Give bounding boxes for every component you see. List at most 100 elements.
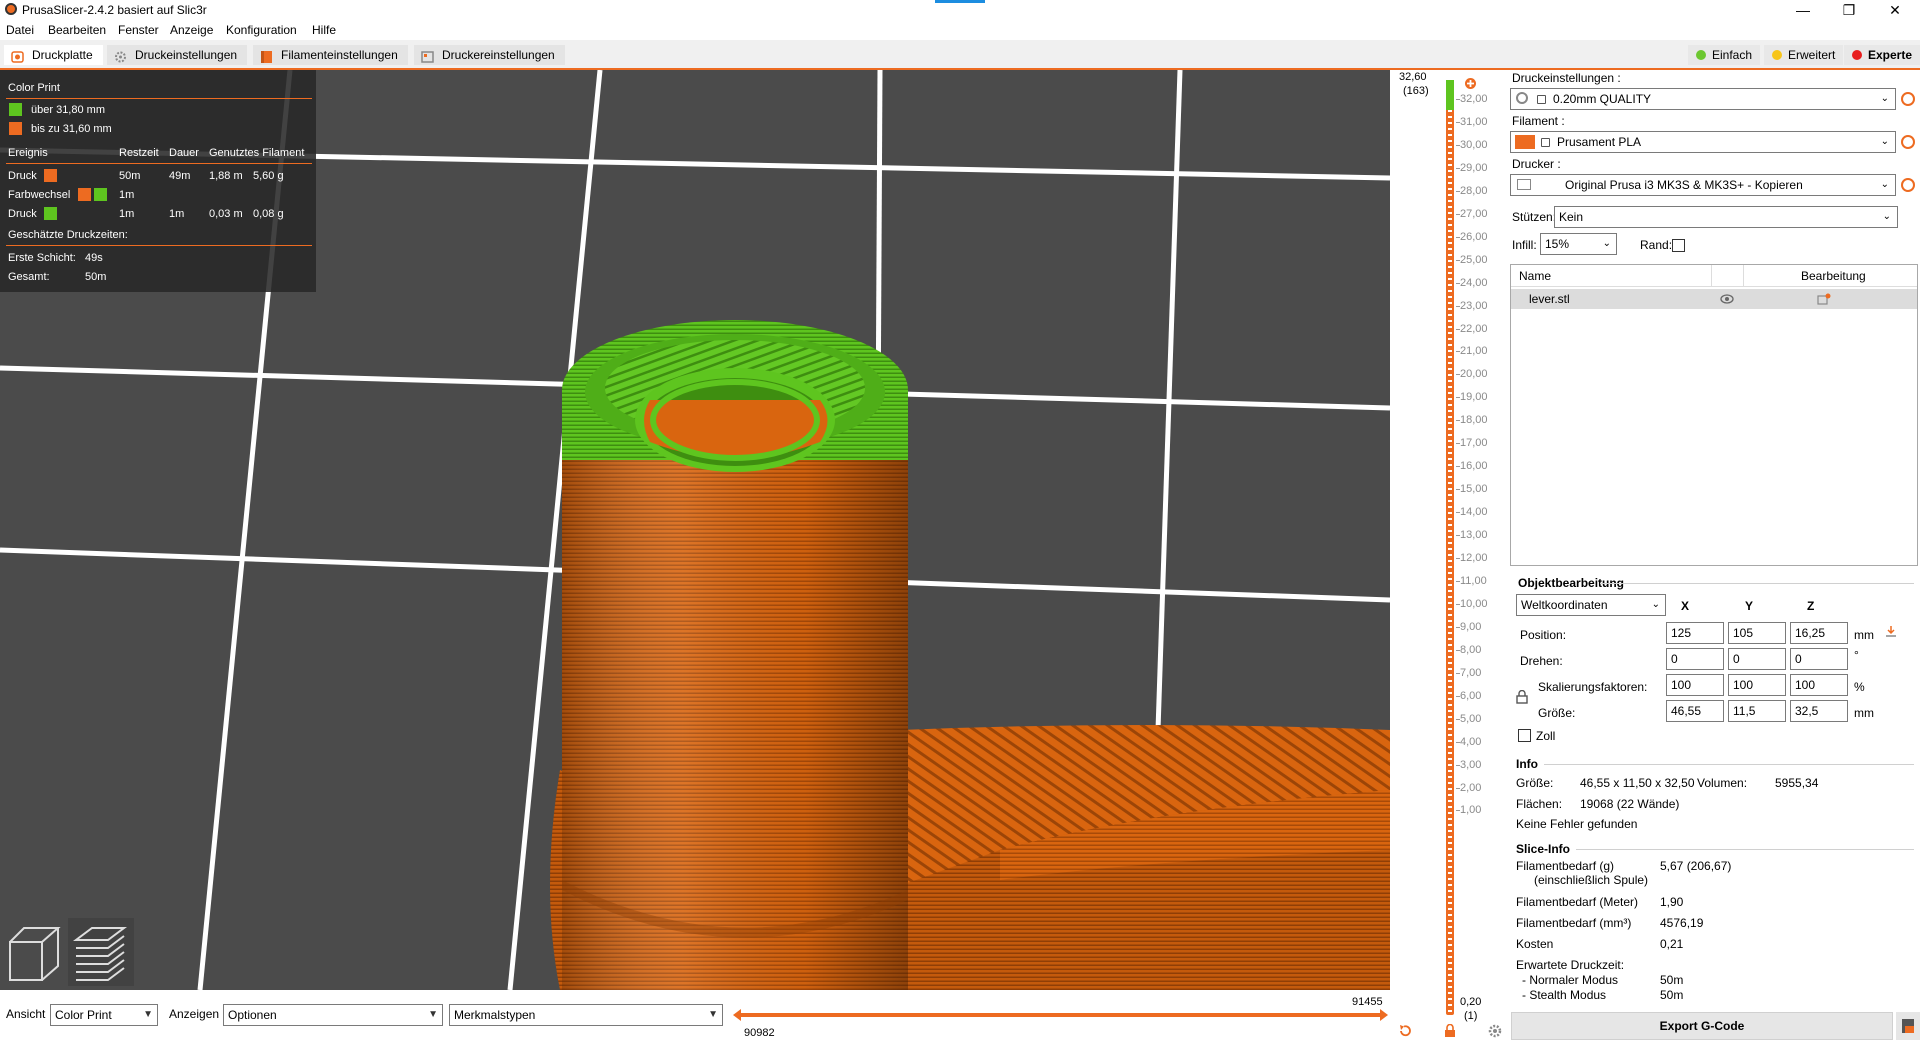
slider-right-thumb-icon[interactable] — [1378, 1008, 1390, 1022]
menu-konfiguration[interactable]: Konfiguration — [226, 23, 297, 37]
tab-druckereinstellungen[interactable]: Druckereinstellungen — [414, 45, 565, 65]
cog-icon — [1516, 92, 1528, 104]
edit-print-settings-icon[interactable] — [1901, 92, 1915, 106]
lock-icon — [1537, 95, 1546, 104]
eye-icon[interactable] — [1720, 293, 1734, 305]
layer-tick-label: 15,00 — [1460, 483, 1488, 496]
undo-icon[interactable] — [1398, 1024, 1412, 1038]
position-y-field[interactable]: 105 — [1728, 622, 1786, 644]
edit-printer-icon[interactable] — [1901, 178, 1915, 192]
size-z-field[interactable]: 32,5 — [1790, 700, 1848, 722]
move-slider-track[interactable] — [738, 1013, 1383, 1017]
close-button[interactable]: ✕ — [1872, 0, 1918, 20]
cost-label: Kosten — [1516, 937, 1554, 951]
layer-top-index: (163) — [1403, 85, 1429, 97]
layer-slider-track[interactable] — [1446, 80, 1454, 1015]
size-y-field[interactable]: 11,5 — [1728, 700, 1786, 722]
infill-value: 15% — [1545, 237, 1570, 251]
inch-label: Zoll — [1536, 729, 1556, 743]
uniform-scale-lock-icon[interactable] — [1516, 690, 1528, 704]
object-row[interactable]: lever.stl — [1511, 289, 1917, 309]
show-options-value: Optionen — [228, 1008, 277, 1022]
settings-cog-icon[interactable] — [1488, 1024, 1502, 1038]
mode-experte-button[interactable]: Experte — [1844, 45, 1920, 65]
minimize-button[interactable]: — — [1780, 0, 1826, 20]
supports-select[interactable]: Kein ⌄ — [1554, 206, 1898, 228]
add-color-change-icon[interactable] — [1464, 77, 1477, 90]
coordinate-system-select[interactable]: Weltkoordinaten ⌄ — [1516, 594, 1666, 616]
scale-z-field[interactable]: 100 — [1790, 674, 1848, 696]
object-list[interactable]: Name Bearbeitung lever.stl — [1510, 264, 1918, 566]
tab-bar: Druckplatte Druckeinstellungen Filamente… — [0, 40, 1920, 70]
scale-y-field[interactable]: 100 — [1728, 674, 1786, 696]
brim-checkbox[interactable] — [1672, 239, 1685, 252]
position-x-field[interactable]: 125 — [1666, 622, 1724, 644]
menu-datei[interactable]: Datei — [6, 23, 34, 37]
filament-grams-value: 5,67 (206,67) — [1660, 859, 1732, 873]
supports-value: Kein — [1559, 210, 1584, 224]
tab-filamenteinstellungen[interactable]: Filamenteinstellungen — [253, 45, 408, 65]
edit-object-icon[interactable] — [1817, 293, 1831, 305]
tab-druckereinstellungen-label: Druckereinstellungen — [442, 48, 555, 62]
title-bar: PrusaSlicer-2.4.2 basiert auf Slic3r — ❐… — [0, 0, 1920, 20]
stealth-mode-label: - Stealth Modus — [1522, 988, 1607, 1002]
printer-icon — [1517, 179, 1531, 190]
title-accent-bar — [935, 0, 985, 3]
rotate-y-field[interactable]: 0 — [1728, 648, 1786, 670]
layer-tick-label: 7,00 — [1460, 666, 1482, 679]
legend-row-duration: 1m — [169, 208, 185, 220]
stealth-mode-value: 50m — [1660, 988, 1684, 1002]
print-settings-select[interactable]: 0.20mm QUALITY ⌄ — [1510, 88, 1896, 110]
tab-druckeinstellungen[interactable]: Druckeinstellungen — [107, 45, 248, 65]
print-settings-label: Druckeinstellungen : — [1512, 71, 1621, 85]
slider-left-thumb-icon[interactable] — [731, 1008, 743, 1022]
rotate-z-field[interactable]: 0 — [1790, 648, 1848, 670]
menu-fenster[interactable]: Fenster — [118, 23, 159, 37]
3d-view-icon[interactable] — [2, 918, 68, 986]
feature-types-select[interactable]: Merkmalstypen ▼ — [449, 1004, 723, 1026]
tab-druckplatte[interactable]: Druckplatte — [4, 45, 103, 65]
layer-tick-label: 31,00 — [1460, 115, 1488, 128]
menu-bearbeiten[interactable]: Bearbeiten — [48, 23, 106, 37]
maximize-button[interactable]: ❐ — [1826, 0, 1872, 20]
printer-select[interactable]: Original Prusa i3 MK3S & MK3S+ - Kopiere… — [1510, 174, 1896, 196]
mode-erweitert-button[interactable]: Erweitert — [1764, 45, 1844, 65]
layer-tick-label: 11,00 — [1460, 574, 1487, 587]
menu-hilfe[interactable]: Hilfe — [312, 23, 336, 37]
drop-to-bed-icon[interactable] — [1884, 624, 1898, 638]
legend-item-label: über 31,80 mm — [31, 104, 105, 116]
legend-first-layer-value: 49s — [85, 252, 103, 264]
filament-grams-sublabel: (einschließlich Spule) — [1534, 873, 1649, 887]
show-options-select[interactable]: Optionen ▼ — [223, 1004, 443, 1026]
legend-header-event: Ereignis — [8, 147, 48, 159]
chevron-down-icon: ⌄ — [1882, 211, 1891, 222]
size-x-field[interactable]: 46,55 — [1666, 700, 1724, 722]
layer-tick-label: 12,00 — [1460, 552, 1488, 564]
lock-icon[interactable] — [1444, 1024, 1456, 1038]
layer-bottom-value: 0,20 — [1460, 996, 1482, 1008]
group-divider — [1544, 764, 1914, 765]
chevron-down-icon: ⌄ — [1651, 599, 1660, 610]
layer-tick-label: 3,00 — [1460, 758, 1482, 771]
edit-filament-icon[interactable] — [1901, 135, 1915, 149]
rotate-x-field[interactable]: 0 — [1666, 648, 1724, 670]
infill-select[interactable]: 15% ⌄ — [1540, 233, 1617, 255]
layer-tick-label: 26,00 — [1460, 230, 1488, 243]
info-errors: Keine Fehler gefunden — [1516, 817, 1638, 831]
mode-einfach-button[interactable]: Einfach — [1688, 45, 1761, 65]
layer-tick-label: 21,00 — [1460, 345, 1488, 358]
position-z-field[interactable]: 16,25 — [1790, 622, 1848, 644]
info-size-label: Größe: — [1516, 776, 1554, 790]
scale-x-field[interactable]: 100 — [1666, 674, 1724, 696]
chevron-down-icon: ▼ — [143, 1009, 153, 1020]
view-select[interactable]: Color Print ▼ — [50, 1004, 158, 1026]
layer-tick-label: 1,00 — [1460, 804, 1482, 817]
export-gcode-button[interactable]: Export G-Code — [1511, 1012, 1893, 1040]
layer-tick-label: 18,00 — [1460, 414, 1488, 427]
menu-anzeige[interactable]: Anzeige — [170, 23, 213, 37]
layers-view-icon[interactable] — [68, 918, 134, 986]
layer-tick-label: 2,00 — [1460, 781, 1482, 794]
export-to-sd-button[interactable] — [1896, 1012, 1920, 1040]
inch-checkbox[interactable] — [1518, 729, 1531, 742]
filament-select[interactable]: Prusament PLA ⌄ — [1510, 131, 1896, 153]
